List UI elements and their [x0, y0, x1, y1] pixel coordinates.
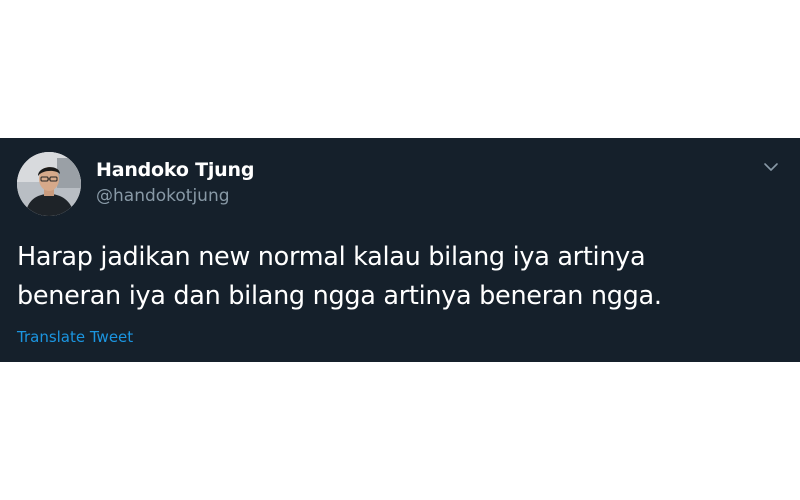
- tweet-text-line: Harap jadikan new normal kalau bilang iy…: [17, 242, 646, 272]
- tweet-text: Harap jadikan new normal kalau bilang iy…: [17, 238, 787, 316]
- avatar-photo: [17, 152, 81, 216]
- tweet-card: Handoko Tjung @handokotjung Harap jadika…: [0, 138, 800, 362]
- chevron-down-icon[interactable]: [762, 160, 780, 174]
- translate-tweet-link[interactable]: Translate Tweet: [17, 327, 133, 347]
- author-display-name[interactable]: Handoko Tjung: [96, 158, 254, 182]
- tweet-text-line: beneran iya dan bilang ngga artinya bene…: [17, 281, 662, 311]
- tweet-author: Handoko Tjung @handokotjung: [96, 158, 254, 208]
- avatar[interactable]: [17, 152, 81, 216]
- screenshot-canvas: Handoko Tjung @handokotjung Harap jadika…: [0, 0, 800, 500]
- author-handle[interactable]: @handokotjung: [96, 184, 254, 208]
